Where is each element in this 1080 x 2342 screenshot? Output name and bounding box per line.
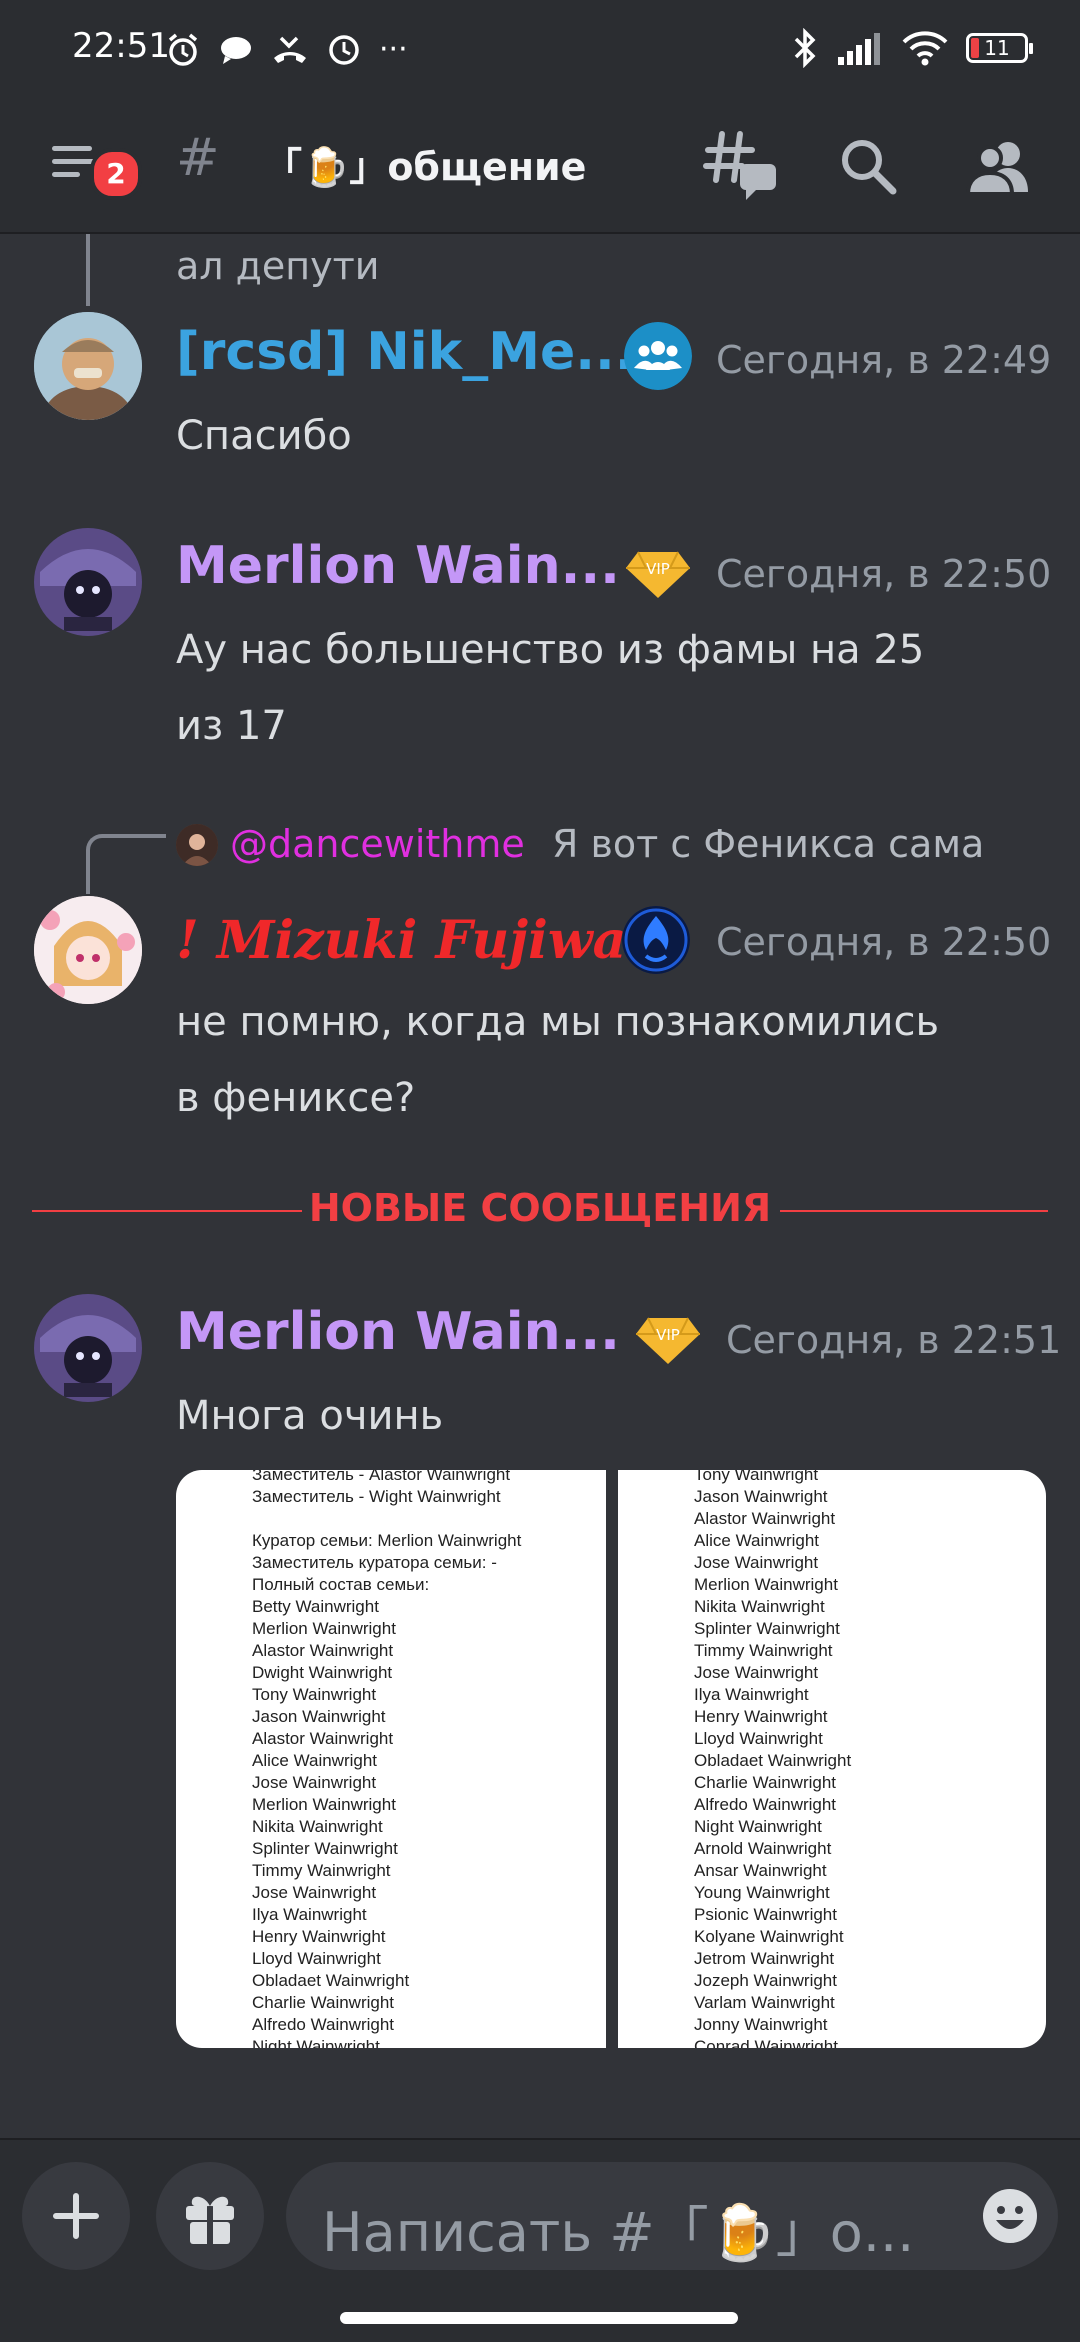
image-attachment[interactable]: Tony Wainwright Jason Wainwright Alastor… bbox=[618, 1470, 1046, 2048]
gift-button[interactable] bbox=[156, 2162, 264, 2270]
message-timestamp: Сегодня, в 22:50 bbox=[716, 920, 1052, 964]
missed-call-icon bbox=[274, 36, 306, 63]
avatar[interactable] bbox=[34, 896, 142, 1004]
add-attachment-button[interactable] bbox=[22, 2162, 130, 2270]
message-text: Многа очинь bbox=[176, 1393, 444, 1439]
emoji-icon[interactable] bbox=[980, 2186, 1040, 2246]
message-timestamp: Сегодня, в 22:50 bbox=[716, 552, 1052, 596]
threads-icon[interactable] bbox=[700, 124, 784, 208]
attachment-text: Заместитель - Alastor Wainwright Замести… bbox=[252, 1470, 522, 2048]
message-text: ал депути bbox=[176, 244, 380, 288]
search-icon[interactable] bbox=[826, 124, 910, 208]
plus-icon bbox=[53, 2193, 99, 2239]
role-group-icon bbox=[624, 322, 692, 390]
notification-badge: 2 bbox=[90, 148, 142, 200]
message-author[interactable]: ! Mizuki Fujiwa... bbox=[176, 910, 681, 971]
bluetooth-icon bbox=[794, 28, 816, 68]
vip-diamond-icon: VIP bbox=[636, 1317, 700, 1364]
battery-level: 11 bbox=[984, 36, 1010, 60]
thread-connector bbox=[86, 234, 90, 306]
status-bar: 22:51 ··· 11 bbox=[0, 0, 1080, 100]
reply-avatar bbox=[176, 824, 218, 866]
signal-icon bbox=[838, 33, 880, 65]
svg-text:VIP: VIP bbox=[656, 1326, 680, 1344]
channel-title[interactable]: 「🍺」общение bbox=[264, 136, 586, 191]
battery-icon: 11 bbox=[966, 33, 1033, 63]
message-author[interactable]: [rcsd] Nik_Me... bbox=[176, 322, 634, 382]
reply-mention[interactable]: @dancewithme bbox=[230, 822, 525, 866]
message-text: Спасибо bbox=[176, 413, 352, 459]
message-text: в фениксе? bbox=[176, 1075, 416, 1121]
new-messages-label: НОВЫЕ СООБЩЕНИЯ bbox=[308, 1186, 772, 1230]
home-indicator[interactable] bbox=[340, 2312, 738, 2324]
reply-connector bbox=[86, 834, 166, 894]
message-input[interactable]: Написать #「🍺」о... bbox=[286, 2162, 1058, 2270]
clock-icon bbox=[329, 35, 359, 65]
message-timestamp: Сегодня, в 22:49 bbox=[716, 338, 1052, 382]
chat-bubble-icon bbox=[221, 37, 251, 64]
vip-diamond-icon: VIP bbox=[626, 551, 690, 598]
members-icon[interactable] bbox=[956, 124, 1040, 208]
message-author[interactable]: Merlion Wain... bbox=[176, 1302, 620, 1362]
hash-icon: # bbox=[176, 128, 220, 188]
phoenix-role-icon bbox=[622, 906, 690, 974]
message-timestamp: Сегодня, в 22:51 bbox=[726, 1318, 1062, 1362]
attachment-text: Tony Wainwright Jason Wainwright Alastor… bbox=[694, 1470, 852, 2048]
avatar[interactable] bbox=[34, 1294, 142, 1402]
more-icon: ··· bbox=[379, 32, 408, 67]
status-time: 22:51 bbox=[72, 26, 170, 66]
reply-preview-text[interactable]: Я вот с Феникса сама bbox=[552, 822, 984, 866]
gift-icon bbox=[186, 2196, 234, 2244]
channel-header: 2 # 「🍺」общение bbox=[0, 100, 1080, 234]
alarm-icon bbox=[168, 33, 198, 66]
avatar[interactable] bbox=[34, 312, 142, 420]
status-system-icons: 11 bbox=[792, 28, 1033, 68]
wifi-icon bbox=[902, 31, 948, 66]
image-attachment[interactable]: Заместитель - Alastor Wainwright Замести… bbox=[176, 1470, 606, 2048]
svg-text:VIP: VIP bbox=[646, 560, 670, 578]
message-text: Ау нас большенство из фамы на 25 bbox=[176, 627, 925, 673]
message-input-placeholder: Написать #「🍺」о... bbox=[322, 2201, 915, 2264]
message-text: не помню, когда мы познакомились bbox=[176, 999, 940, 1045]
message-author[interactable]: Merlion Wain... bbox=[176, 536, 620, 596]
status-notification-icons: ··· bbox=[165, 30, 408, 70]
avatar[interactable] bbox=[34, 528, 142, 636]
message-text: из 17 bbox=[176, 703, 287, 749]
